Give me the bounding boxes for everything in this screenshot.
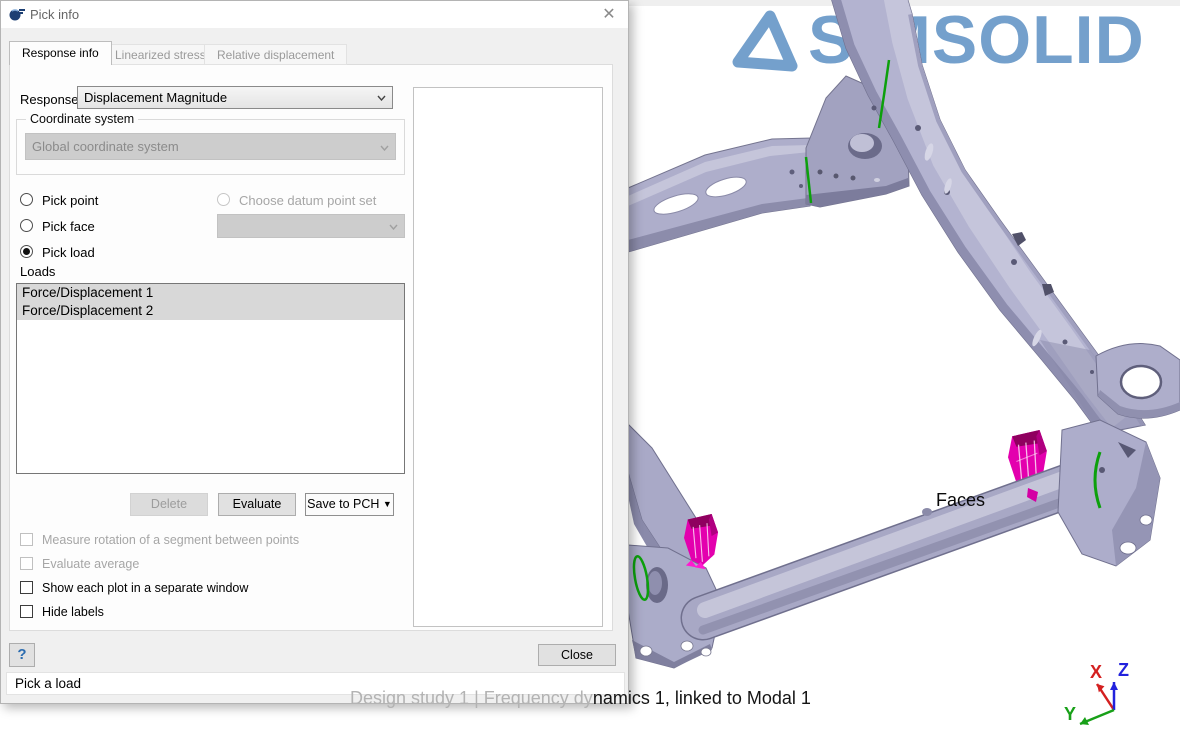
loads-label: Loads [20,264,55,279]
study-caption: Design study 1 | Frequency dynamics 1, l… [350,688,811,709]
dialog-close-icon[interactable]: ✕ [598,4,620,25]
checkbox-separate-window-label[interactable]: Show each plot in a separate window [42,581,248,595]
radio-pick-face-label[interactable]: Pick face [42,219,95,234]
dialog-title: Pick info [30,7,79,22]
help-button[interactable]: ? [9,643,35,667]
evaluate-button[interactable]: Evaluate [218,493,296,516]
axis-y-label: Y [1064,704,1076,724]
list-item-load-1[interactable]: Force/Displacement 1 [17,284,404,302]
orientation-triad: X Z Y [1056,658,1168,732]
radio-pick-point[interactable] [20,193,33,206]
save-to-pch-button[interactable]: Save to PCH ▼ [305,493,394,516]
chevron-down-icon [389,224,398,230]
datum-point-set-dropdown [217,214,405,238]
tab-linearized-stress[interactable]: Linearized stress [102,44,219,65]
list-item-load-2[interactable]: Force/Displacement 2 [17,302,404,320]
results-panel [413,87,603,627]
faces-annotation-label: Faces [936,490,985,511]
coordinate-system-groupbox: Coordinate system Global coordinate syst… [16,119,405,175]
radio-pick-load[interactable] [20,245,33,258]
coordinate-system-legend: Coordinate system [26,112,138,126]
checkbox-separate-window[interactable] [20,581,33,594]
dropdown-arrow-icon: ▼ [383,499,392,509]
save-to-pch-label: Save to PCH [307,497,379,511]
radio-pick-face[interactable] [20,219,33,232]
app-window: SIMSOLID [0,0,1180,735]
chevron-down-icon [377,95,386,101]
checkbox-hide-labels-label[interactable]: Hide labels [42,605,104,619]
radio-choose-datum-label: Choose datum point set [239,193,376,208]
response-label: Response: [20,92,82,107]
radio-pick-point-label[interactable]: Pick point [42,193,98,208]
loads-listbox[interactable]: Force/Displacement 1 Force/Displacement … [16,283,405,474]
axis-z-label: Z [1118,660,1129,680]
checkbox-hide-labels[interactable] [20,605,33,618]
checkbox-evaluate-average [20,557,33,570]
simsolid-logo: SIMSOLID [726,4,1145,78]
response-dropdown-value: Displacement Magnitude [84,90,227,105]
delete-button: Delete [130,493,208,516]
coordinate-system-dropdown: Global coordinate system [25,133,396,160]
study-caption-visible-part: namics 1, linked to Modal 1 [593,688,811,708]
checkbox-evaluate-average-label: Evaluate average [42,557,139,571]
checkbox-measure-rotation-label: Measure rotation of a segment between po… [42,533,299,547]
tab-relative-displacement[interactable]: Relative displacement [204,44,347,65]
coordinate-system-value: Global coordinate system [32,139,179,154]
study-caption-hidden-part: Design study 1 | Frequency dy [350,688,593,708]
simsolid-logo-text: SIMSOLID [808,4,1145,76]
load-marker-right [1008,430,1047,493]
checkbox-measure-rotation [20,533,33,546]
pick-info-icon [9,7,25,22]
simsolid-triangle-icon [726,4,804,78]
axis-x-label: X [1090,662,1102,682]
response-dropdown[interactable]: Displacement Magnitude [77,86,393,109]
dialog-titlebar[interactable]: Pick info ✕ [1,1,628,28]
pick-info-dialog: Pick info ✕ Response info Linearized str… [0,0,629,704]
tab-response-info[interactable]: Response info [9,41,112,65]
radio-pick-load-label[interactable]: Pick load [42,245,95,260]
load-marker-left [684,514,718,569]
chevron-down-icon [380,145,389,151]
radio-choose-datum [217,193,230,206]
response-info-tabpage: Response: Displacement Magnitude Coordin… [9,64,613,631]
close-button[interactable]: Close [538,644,616,666]
